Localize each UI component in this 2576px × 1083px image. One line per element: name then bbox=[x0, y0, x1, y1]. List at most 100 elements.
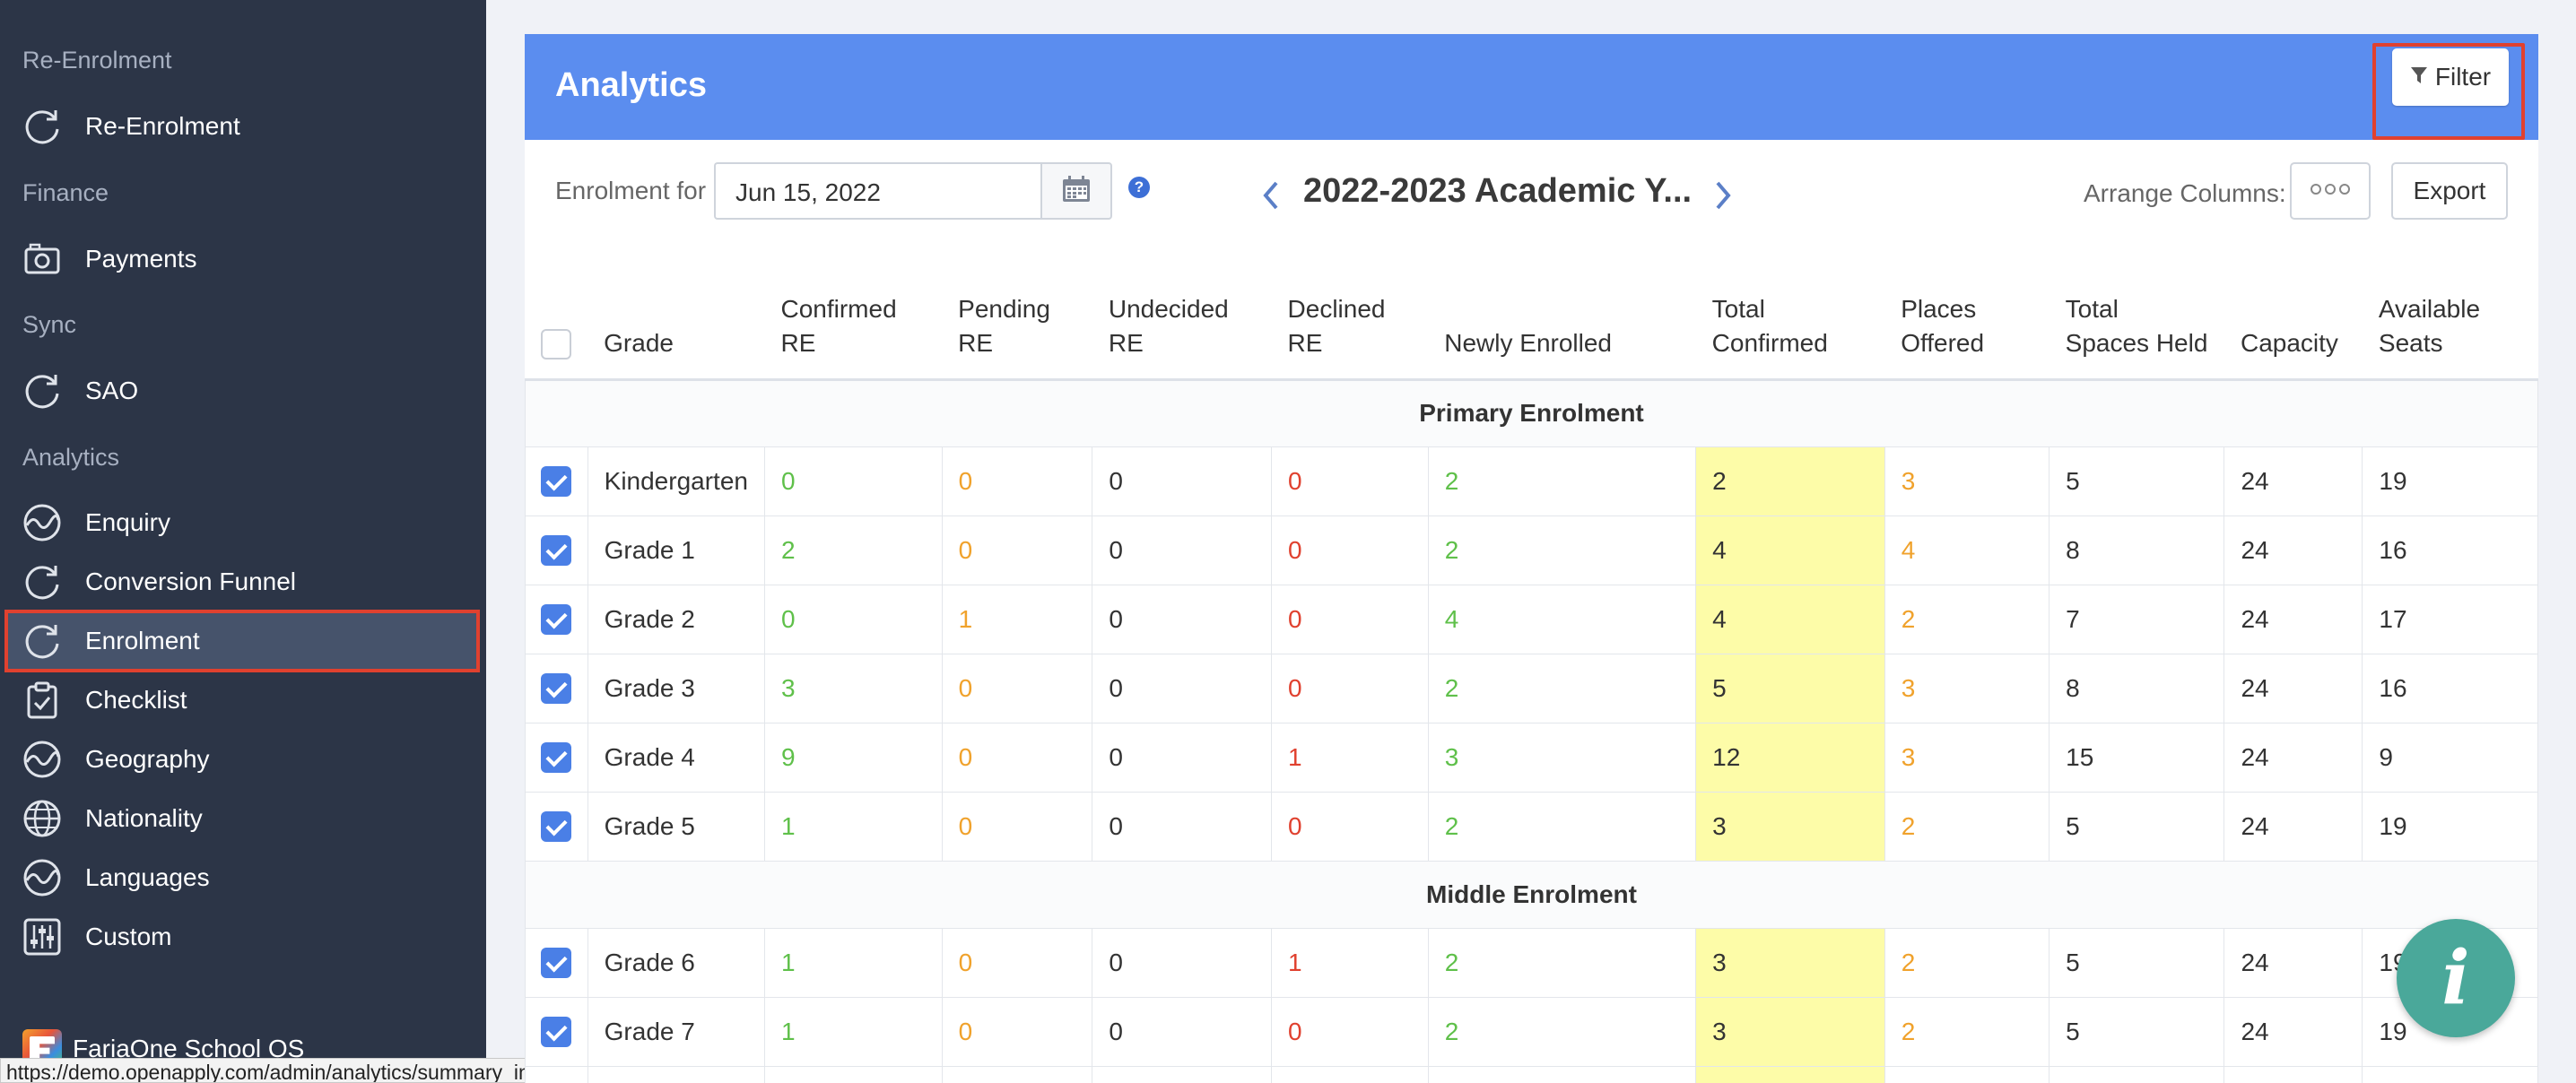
chevron-right-icon bbox=[1709, 181, 1736, 217]
value-cell: 2 bbox=[1884, 996, 2050, 1067]
value-cell: 24 bbox=[2224, 791, 2363, 862]
calendar-button[interactable] bbox=[1040, 162, 1112, 220]
value-cell: 0 bbox=[1271, 584, 1429, 654]
globe-icon bbox=[20, 796, 65, 841]
select-all-checkbox[interactable] bbox=[541, 329, 572, 360]
row-checkbox-cell bbox=[525, 446, 588, 516]
date-input[interactable]: Jun 15, 2022 bbox=[714, 162, 1040, 220]
value-cell: 0 bbox=[1271, 1065, 1429, 1083]
value-cell: 0 bbox=[1092, 791, 1273, 862]
value-cell: 3 bbox=[1427, 722, 1697, 793]
row-checkbox[interactable] bbox=[541, 1016, 572, 1047]
value-cell: 0 bbox=[941, 927, 1093, 998]
sidebar-item-enrolment[interactable]: Enrolment bbox=[4, 610, 480, 672]
header-confirmed-re[interactable]: Confirmed RE bbox=[764, 245, 943, 381]
row-checkbox[interactable] bbox=[541, 741, 572, 773]
prev-year-button[interactable] bbox=[1258, 178, 1285, 213]
section-row: Primary Enrolment bbox=[525, 378, 2538, 447]
value-cell: 0 bbox=[763, 1065, 943, 1083]
sidebar-item-nationality[interactable]: Nationality bbox=[6, 789, 478, 848]
value-cell: 0 bbox=[1271, 446, 1429, 516]
value-cell: 1 bbox=[763, 996, 943, 1067]
export-button[interactable]: Export bbox=[2391, 162, 2508, 220]
value-cell: 24 bbox=[2224, 722, 2363, 793]
value-cell: 2 bbox=[763, 515, 943, 585]
header-newly-enrolled[interactable]: Newly Enrolled bbox=[1428, 245, 1696, 381]
value-cell: 24 bbox=[2224, 1065, 2363, 1083]
value-cell: 24 bbox=[2224, 927, 2363, 998]
row-checkbox-cell bbox=[525, 1065, 588, 1083]
sidebar-item-label: Languages bbox=[85, 863, 210, 891]
table-row: Grade 2 0 1 0 0 4 4 2 7 24 17 bbox=[525, 584, 2538, 654]
sidebar-item-label: Payments bbox=[85, 245, 197, 273]
row-checkbox[interactable] bbox=[541, 672, 572, 704]
row-checkbox-cell bbox=[525, 584, 588, 654]
value-cell: 0 bbox=[1271, 996, 1429, 1067]
row-checkbox[interactable] bbox=[541, 603, 572, 635]
header-total-confirmed[interactable]: Total Confirmed bbox=[1695, 245, 1885, 381]
help-icon[interactable]: ? bbox=[1128, 177, 1150, 198]
value-cell: 0 bbox=[1092, 446, 1273, 516]
header-undecided-re[interactable]: Undecided RE bbox=[1092, 245, 1272, 381]
header-grade[interactable]: Grade bbox=[587, 245, 765, 381]
value-cell: 9 bbox=[763, 722, 943, 793]
value-cell: 0 bbox=[1092, 515, 1273, 585]
value-cell: 0 bbox=[1092, 722, 1273, 793]
value-cell: 1 bbox=[941, 584, 1093, 654]
sidebar-item-checklist[interactable]: Checklist bbox=[6, 671, 478, 730]
value-cell: 3 bbox=[1884, 653, 2050, 723]
info-icon[interactable]: i bbox=[2397, 919, 2515, 1037]
more-dots-icon bbox=[2310, 183, 2351, 200]
camera-icon bbox=[20, 237, 65, 282]
header-total-spaces-held[interactable]: Total Spaces Held bbox=[2049, 245, 2224, 381]
header-available-seats[interactable]: Available Seats bbox=[2362, 245, 2538, 381]
value-cell: 3 bbox=[1884, 722, 2050, 793]
sidebar-item-label: Checklist bbox=[85, 686, 187, 714]
value-cell: 18 bbox=[2362, 1065, 2538, 1083]
value-cell: 17 bbox=[2362, 584, 2538, 654]
value-cell: 0 bbox=[1092, 1065, 1273, 1083]
value-cell: 1 bbox=[941, 1065, 1093, 1083]
sidebar-item-sao[interactable]: SAO bbox=[6, 361, 478, 420]
table-row: Grade 3 3 0 0 0 2 5 3 8 24 16 bbox=[525, 653, 2538, 723]
value-cell: 3 bbox=[1695, 791, 1885, 862]
header-capacity[interactable]: Capacity bbox=[2224, 245, 2363, 381]
sidebar-item-label: Custom bbox=[85, 923, 172, 950]
header-declined-re[interactable]: Declined RE bbox=[1271, 245, 1429, 381]
value-cell: 19 bbox=[2362, 446, 2538, 516]
sidebar-item-label: Enrolment bbox=[85, 627, 200, 654]
row-checkbox[interactable] bbox=[541, 810, 572, 842]
sidebar-item-languages[interactable]: Languages bbox=[6, 848, 478, 907]
value-cell: 5 bbox=[2049, 996, 2225, 1067]
value-cell: 4 bbox=[1427, 584, 1697, 654]
sidebar-section-sync: Sync bbox=[22, 311, 77, 338]
sidebar-item-enquiry[interactable]: Enquiry bbox=[6, 493, 478, 552]
value-cell: 0 bbox=[941, 653, 1093, 723]
value-cell: 1 bbox=[763, 927, 943, 998]
sidebar-item-conversion-funnel[interactable]: Conversion Funnel bbox=[6, 552, 478, 611]
filter-button[interactable]: Filter bbox=[2392, 48, 2509, 106]
table-row: Kindergarten 0 0 0 0 2 2 3 5 24 19 bbox=[525, 446, 2538, 516]
sliders-icon bbox=[20, 914, 65, 959]
row-checkbox[interactable] bbox=[541, 465, 572, 497]
sidebar-item-geography[interactable]: Geography bbox=[6, 730, 478, 789]
sidebar-item-custom[interactable]: Custom bbox=[6, 907, 478, 966]
header-places-offered[interactable]: Places Offered bbox=[1884, 245, 2049, 381]
refresh-icon bbox=[20, 619, 65, 663]
row-checkbox[interactable] bbox=[541, 947, 572, 978]
value-cell: 0 bbox=[941, 515, 1093, 585]
value-cell: 0 bbox=[941, 446, 1093, 516]
sidebar-item-reenrolment[interactable]: Re-Enrolment bbox=[6, 97, 478, 156]
next-year-button[interactable] bbox=[1709, 178, 1736, 213]
value-cell: 2 bbox=[1427, 446, 1697, 516]
value-cell: 24 bbox=[2224, 996, 2363, 1067]
value-cell: 4 bbox=[1695, 515, 1885, 585]
value-cell: 0 bbox=[1271, 653, 1429, 723]
sidebar-item-payments[interactable]: Payments bbox=[6, 230, 478, 289]
table-row: Grade 1 2 0 0 0 2 4 4 8 24 16 bbox=[525, 515, 2538, 585]
table-row: Grade 8010022362418 bbox=[525, 1065, 2538, 1083]
arrange-columns-button[interactable] bbox=[2290, 162, 2371, 220]
value-cell: 2 bbox=[1427, 653, 1697, 723]
header-pending-re[interactable]: Pending RE bbox=[942, 245, 1092, 381]
row-checkbox[interactable] bbox=[541, 534, 572, 566]
